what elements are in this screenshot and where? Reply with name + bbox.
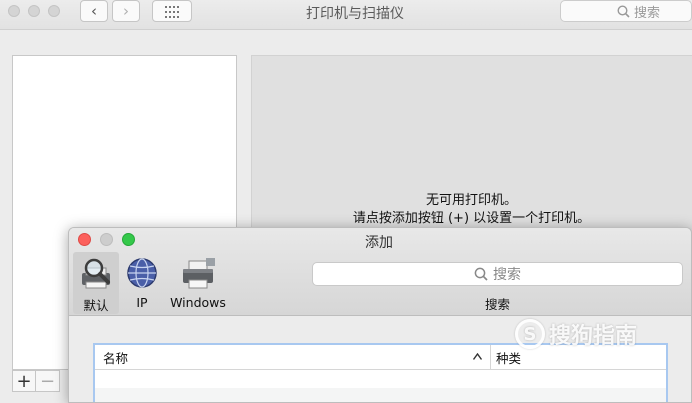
column-header-kind-label: 种类 (496, 350, 522, 366)
forward-arrow-icon: › (123, 2, 129, 20)
watermark-logo: S (515, 319, 545, 349)
show-all-button[interactable] (152, 0, 192, 22)
table-header-divider (95, 369, 666, 370)
list-controls: + − (12, 370, 60, 392)
window-title: 打印机与扫描仪 (306, 6, 404, 22)
back-arrow-icon: ‹ (91, 2, 97, 20)
search-icon (474, 267, 488, 281)
dialog-toolbar: 添加 默认 IP Windows 搜索 搜索 (69, 228, 691, 316)
minimize-button-inactive[interactable] (28, 5, 40, 17)
ip-globe-icon (127, 258, 157, 288)
search-placeholder: 搜索 (634, 5, 661, 21)
add-printer-dialog: 添加 默认 IP Windows 搜索 搜索 名称 种类 (68, 227, 692, 403)
window-titlebar: ‹ › 打印机与扫描仪 搜索 (0, 0, 692, 30)
printer-table[interactable]: 名称 种类 (93, 343, 668, 402)
grid-icon (165, 6, 179, 18)
search-field[interactable]: 搜索 (560, 0, 692, 22)
windows-printer-icon (183, 258, 215, 289)
add-printer-button[interactable]: + (12, 370, 36, 392)
empty-message-line1: 无可用打印机。 (425, 193, 517, 208)
toolbar-ip[interactable]: IP (123, 252, 161, 314)
remove-printer-button[interactable]: − (36, 370, 60, 392)
forward-button[interactable]: › (112, 0, 140, 22)
back-button[interactable]: ‹ (80, 0, 108, 22)
dialog-zoom-button[interactable] (122, 233, 135, 246)
plus-icon: + (16, 370, 32, 392)
toolbar-windows-label: Windows (170, 295, 226, 310)
dialog-search-label: 搜索 (484, 297, 510, 312)
default-printer-icon (82, 258, 110, 289)
watermark: S 搜狗指南 (515, 318, 637, 350)
dialog-search-input[interactable]: 搜索 (312, 262, 683, 286)
dialog-search-placeholder: 搜索 (493, 267, 521, 283)
toolbar-default-label: 默认 (83, 298, 109, 313)
dialog-minimize-button[interactable] (100, 233, 113, 246)
search-icon (617, 4, 630, 18)
close-button-inactive[interactable] (8, 5, 20, 17)
zoom-button-inactive[interactable] (48, 5, 60, 17)
toolbar-windows[interactable]: Windows (167, 252, 229, 314)
dialog-close-button[interactable] (78, 233, 91, 246)
sort-ascending-icon (473, 353, 482, 360)
toolbar-default[interactable]: 默认 (73, 252, 119, 314)
column-header-name-label: 名称 (103, 350, 129, 366)
empty-message-line2: 请点按添加按钮 (+) 以设置一个打印机。 (352, 211, 591, 226)
table-row (95, 388, 666, 402)
toolbar-ip-label: IP (136, 295, 148, 310)
empty-message: 无可用打印机。 请点按添加按钮 (+) 以设置一个打印机。 (251, 192, 692, 228)
dialog-title: 添加 (365, 235, 393, 251)
column-header-name[interactable]: 名称 (95, 345, 491, 369)
minus-icon: − (39, 370, 56, 392)
watermark-text: 搜狗指南 (549, 324, 638, 349)
